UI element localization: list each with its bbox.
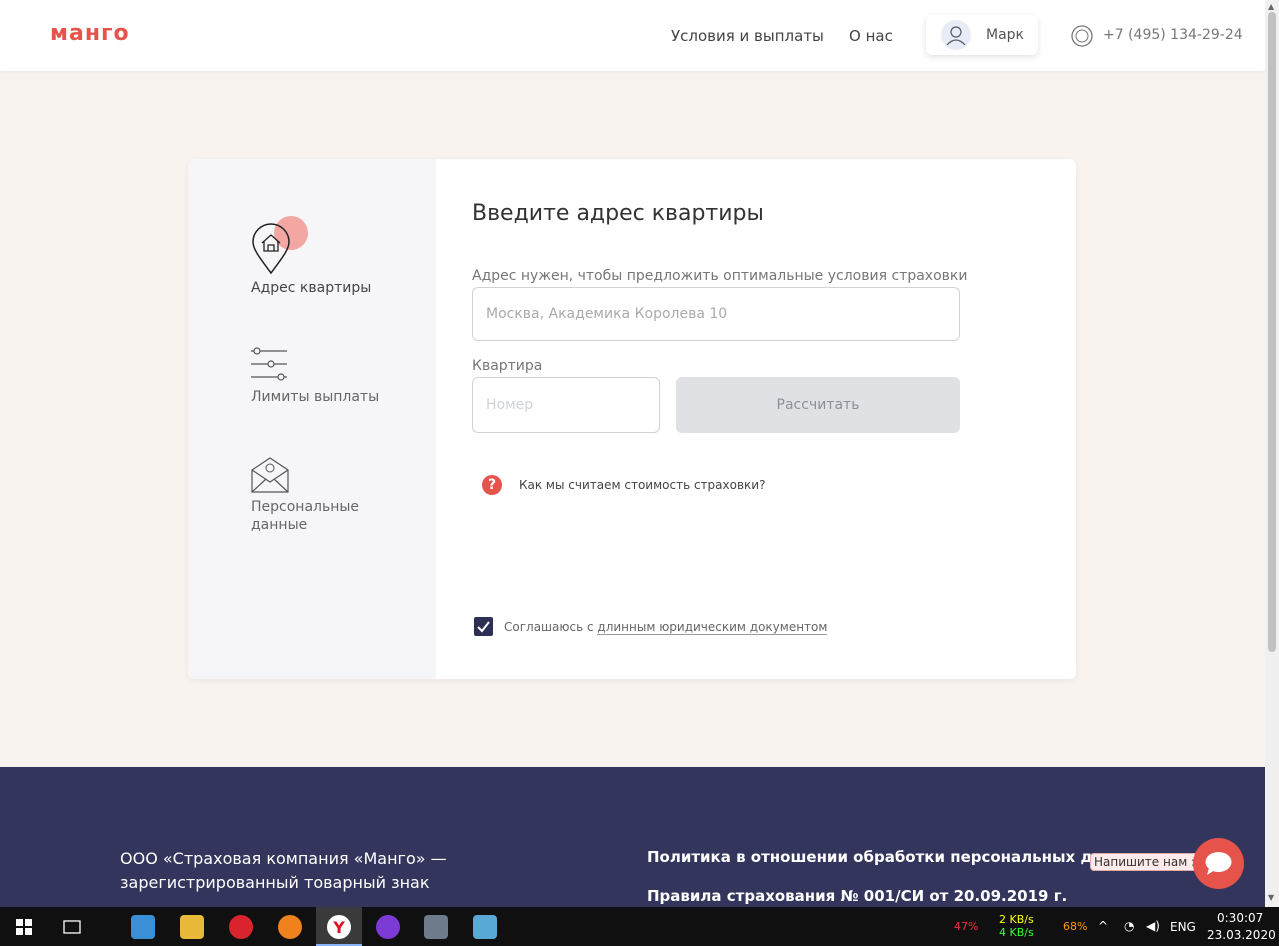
wifi-icon[interactable]: ◔ [1124,919,1134,933]
company-line-2: зарегистрированный товарный знак [120,873,430,892]
help-link[interactable]: Как мы считаем стоимость страховки? [519,478,765,492]
nav-about-link[interactable]: О нас [849,27,893,45]
chat-tooltip: Напишите нам :) [1090,853,1204,871]
check-icon [477,621,490,633]
user-name: Марк [986,27,1025,43]
company-line-1: ООО «Страховая компания «Манго» — [120,849,447,868]
volume-icon[interactable]: ◀) [1146,919,1160,933]
phone-number[interactable]: +7 (495) 134-29-24 [1103,27,1243,43]
windows-start-icon[interactable] [16,919,32,935]
insurance-rules-link[interactable]: Правила страхования № 001/СИ от 20.09.20… [647,887,1067,905]
chat-icon [1205,852,1232,875]
net-download: 4 KB/s [999,926,1034,939]
user-menu-button[interactable]: Марк [926,15,1038,55]
form-title: Введите адрес квартиры [472,201,764,226]
step-personal[interactable]: Персональные данные [251,456,381,534]
cpu-usage: 47% [954,920,979,933]
agree-text: Соглашаюсь с длинным юридическим докумен… [504,620,828,635]
step-personal-label: Персональные данные [251,499,360,533]
yandex-browser-icon[interactable]: Y [327,915,351,939]
app-icon-3[interactable] [473,915,497,939]
site-header: манго Условия и выплаты О нас Марк +7 (4… [0,0,1265,71]
tor-browser-icon[interactable] [376,915,400,939]
language-indicator[interactable]: ENG [1170,920,1196,934]
address-label: Адрес нужен, чтобы предложить оптимальны… [472,268,968,284]
address-input[interactable]: Москва, Академика Королева 10 [472,287,960,341]
windows-taskbar: Y 47% 2 KB/s 4 KB/s 68% ^ ◔ ◀) ENG 0:30:… [0,907,1279,946]
site-footer: ООО «Страховая компания «Манго» — зареги… [0,767,1265,907]
step-limits-label: Лимиты выплаты [251,389,380,405]
step-address[interactable]: Адрес квартиры [251,223,371,297]
sliders-icon [251,347,287,381]
apartment-input[interactable]: Номер [472,377,660,433]
scroll-thumb[interactable] [1268,12,1276,652]
chat-button[interactable] [1193,838,1244,889]
agree-document-link[interactable]: длинным юридическим документом [597,620,828,635]
chevron-up-icon[interactable]: ^ [1098,919,1108,933]
agree-prefix: Соглашаюсь с [504,620,598,634]
app-icon-2[interactable] [424,915,448,939]
clock-date[interactable]: 23.03.2020 [1207,928,1276,942]
task-view-icon[interactable] [63,918,81,936]
home-pin-icon [252,223,290,275]
question-icon[interactable]: ? [482,475,502,495]
clock-time[interactable]: 0:30:07 [1217,911,1263,925]
nav-terms-link[interactable]: Условия и выплаты [671,27,824,45]
apartment-label: Квартира [472,358,543,374]
phone-24-7-icon [1070,24,1094,48]
opera-icon[interactable] [229,915,253,939]
calculate-button[interactable]: Рассчитать [676,377,960,433]
scroll-up-icon[interactable]: ▲ [1268,2,1274,11]
form-card: Адрес квартиры Лимиты выплаты Персональн… [188,159,1076,679]
user-avatar-icon [941,20,971,50]
envelope-icon [251,457,289,493]
memory-usage: 68% [1063,920,1088,933]
net-upload: 2 KB/s [999,913,1034,926]
page-scrollbar[interactable]: ▲ ▼ [1265,0,1279,907]
scroll-down-icon[interactable]: ▼ [1268,893,1274,902]
steps-sidebar: Адрес квартиры Лимиты выплаты Персональн… [188,159,436,679]
firefox-icon[interactable] [278,915,302,939]
step-address-label: Адрес квартиры [251,280,372,296]
logo[interactable]: манго [50,21,130,46]
file-explorer-icon[interactable] [180,915,204,939]
step-limits[interactable]: Лимиты выплаты [251,346,379,406]
privacy-policy-link[interactable]: Политика в отношении обработки персональ… [647,848,1147,866]
agree-checkbox[interactable] [474,617,493,636]
app-icon-1[interactable] [131,915,155,939]
